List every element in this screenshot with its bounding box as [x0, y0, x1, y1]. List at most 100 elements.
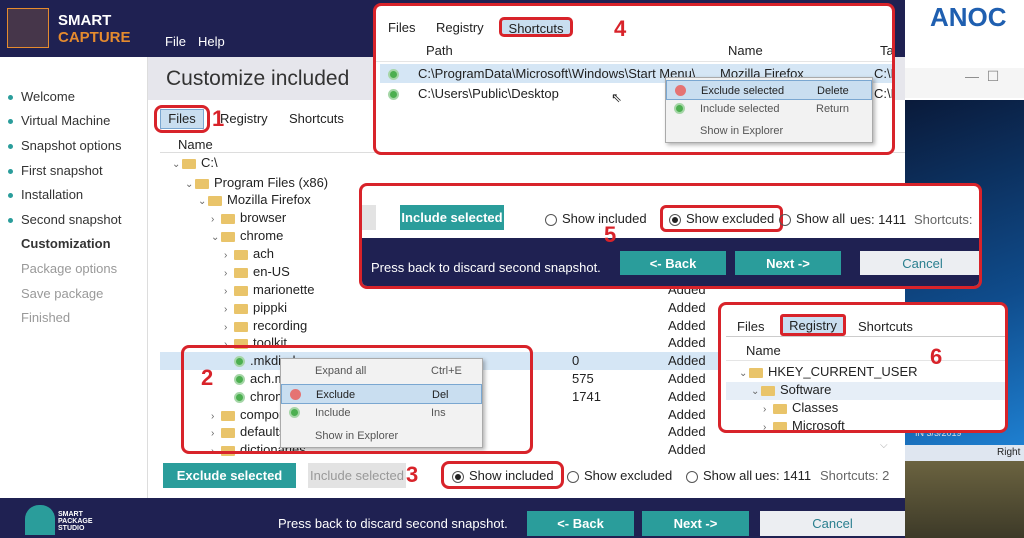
sidebar-item-second-snapshot[interactable]: Second snapshot — [8, 212, 121, 227]
sidebar-item-label: Second snapshot — [21, 212, 122, 227]
column-name[interactable]: Name — [728, 43, 763, 58]
shortcuts-count: Shortcuts: — [914, 212, 973, 227]
tree-row[interactable]: ⌄ C:\ — [160, 154, 905, 172]
host-wallpaper — [905, 461, 1024, 538]
annotation-4: 4 — [614, 16, 627, 41]
menu-label: Show in Explorer — [700, 125, 784, 137]
shortcuts-count: Shortcuts: 2 — [820, 468, 890, 483]
status: Added — [668, 407, 706, 422]
shortcut-target: C:\P — [874, 66, 892, 81]
tree-label: Program Files (x86) — [214, 175, 329, 190]
tree-label: marionette — [253, 282, 315, 297]
footer-logo-text: SMART PACKAGE STUDIO — [58, 511, 93, 532]
shortcut-context-menu: Exclude selected Delete Include selected Re… — [665, 77, 873, 143]
registry-node[interactable]: ⌄ Software — [726, 382, 1005, 400]
tree-scroll-down[interactable]: ⌵ — [880, 440, 888, 451]
exclude-selected-button[interactable]: Exclude selected — [163, 463, 296, 488]
sidebar-item-label: Customization — [21, 236, 111, 251]
annotation-1: 1 — [212, 106, 225, 131]
menu-item-include-selected[interactable]: Include selected Return — [666, 99, 872, 119]
status: Added — [668, 371, 706, 386]
brand-line2: CAPTURE — [58, 29, 131, 46]
tab-shortcuts[interactable]: Shortcuts — [499, 17, 573, 37]
menu-file[interactable]: File — [165, 34, 186, 49]
tree-label: chrome — [240, 228, 284, 243]
registry-node[interactable]: ⌄ HKEY_CURRENT_USER — [739, 364, 918, 379]
radio-label: Show excluded — [584, 468, 673, 483]
included-icon — [388, 69, 399, 81]
registry-panel: Files Registry Shortcuts Name ⌄ HKEY_CURR… — [718, 302, 1008, 433]
sidebar-item-first-snapshot[interactable]: First snapshot — [8, 163, 103, 178]
next-button[interactable]: Next -> — [735, 251, 841, 275]
menu-help[interactable]: Help — [198, 34, 225, 49]
folder-icon — [234, 249, 248, 260]
radio-show-excluded[interactable]: Show excluded — [660, 205, 784, 232]
menu-item-exclude-selected[interactable]: Exclude selected Delete — [666, 80, 872, 100]
registry-node[interactable]: › Microsoft — [763, 418, 845, 433]
sidebar-item-customization[interactable]: Customization — [21, 236, 111, 251]
next-button[interactable]: Next -> — [642, 511, 749, 536]
sidebar-item-virtual-machine[interactable]: Virtual Machine — [8, 113, 110, 128]
radio-show-all[interactable]: Show all — [686, 468, 752, 483]
vm-toolbar[interactable]: Right — [905, 445, 1024, 461]
column-path[interactable]: Path — [426, 43, 453, 58]
include-selected-button[interactable]: Include selected — [400, 205, 504, 230]
shortcut-target: C:\P — [874, 86, 892, 101]
cancel-button[interactable]: Cancel — [860, 251, 979, 275]
sidebar-item-label: Package options — [21, 261, 118, 276]
annotation-2: 2 — [201, 365, 214, 390]
status: Added — [668, 353, 706, 368]
tab-shortcuts[interactable]: Shortcuts — [858, 319, 913, 334]
status: Added — [668, 300, 706, 315]
menu-item-show-in-explorer[interactable]: Show in Explorer — [666, 121, 872, 141]
tab-files[interactable]: Files — [388, 20, 415, 35]
brand-line1: SMART — [58, 12, 112, 29]
tree-label: ach — [253, 246, 274, 261]
files-count: ues: 1411 — [850, 212, 907, 227]
sidebar-item-package-options: Package options — [21, 261, 117, 276]
registry-header: Name — [726, 336, 1005, 361]
footer-bar: SMART PACKAGE STUDIO Press back to disca… — [0, 498, 905, 538]
status: Added — [668, 424, 706, 439]
tree-label: pippki — [253, 300, 287, 315]
tab-registry[interactable]: Registry — [780, 314, 846, 336]
folder-icon — [208, 195, 222, 206]
mouse-cursor-icon: ⇖ — [611, 90, 622, 105]
tab-registry[interactable]: Registry — [436, 20, 484, 35]
tab-files[interactable]: Files — [737, 319, 764, 334]
radio-show-included[interactable]: Show included — [545, 211, 647, 226]
node-label: Microsoft — [792, 418, 845, 433]
file-size: 1741 — [572, 389, 601, 404]
menu-shortcut: Return — [816, 103, 850, 115]
tab-shortcuts[interactable]: Shortcuts — [289, 111, 344, 126]
back-button[interactable]: <- Back — [620, 251, 726, 275]
sidebar-item-finished: Finished — [21, 310, 70, 325]
files-count: ues: 1411 — [755, 468, 812, 483]
folder-icon — [195, 178, 209, 189]
status: Added — [668, 335, 706, 350]
radio-show-excluded[interactable]: Show excluded — [567, 468, 672, 483]
shortcuts-panel: Files Registry Shortcuts Path Name Ta C:… — [373, 3, 895, 155]
sidebar-item-installation[interactable]: Installation — [8, 187, 83, 202]
sidebar-item-snapshot-options[interactable]: Snapshot options — [8, 138, 121, 153]
column-target[interactable]: Ta — [880, 43, 892, 58]
page-title: Customize included — [166, 67, 350, 90]
folder-icon — [234, 321, 248, 332]
footer-hint: Press back to discard second snapshot. — [278, 516, 508, 531]
sidebar-item-label: Snapshot options — [21, 138, 122, 153]
cancel-button[interactable]: Cancel — [760, 511, 905, 536]
chevron-down-icon[interactable]: ⌄ — [172, 156, 182, 174]
sidebar-item-welcome[interactable]: Welcome — [8, 89, 75, 104]
radio-show-all[interactable]: Show all — [779, 211, 845, 226]
include-selected-left-stub — [362, 205, 376, 230]
plus-circle-icon — [674, 103, 685, 114]
status: Added — [668, 442, 706, 457]
tab-registry[interactable]: Registry — [220, 111, 268, 126]
registry-node[interactable]: › Classes — [763, 400, 838, 415]
annotation-3: 3 — [406, 462, 419, 487]
sidebar-item-label: First snapshot — [21, 163, 103, 178]
file-size: 0 — [572, 353, 580, 368]
sidebar-item-label: Welcome — [21, 89, 75, 104]
tree-label: Mozilla Firefox — [227, 192, 311, 207]
back-button[interactable]: <- Back — [527, 511, 634, 536]
